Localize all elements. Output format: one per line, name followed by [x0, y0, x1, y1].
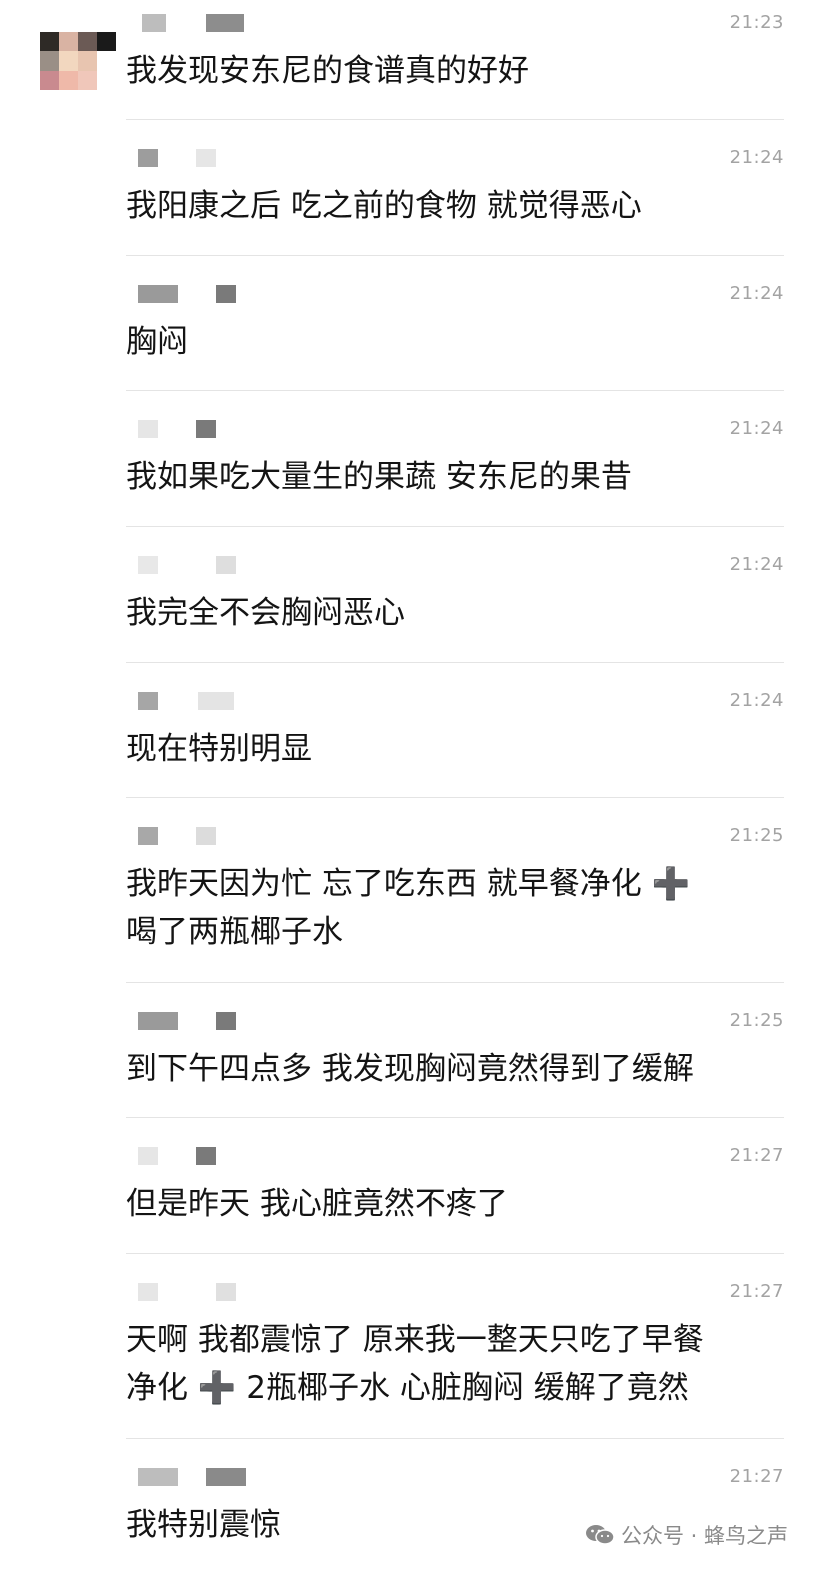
- message-time: 21:25: [729, 825, 784, 846]
- divider: [126, 255, 784, 256]
- divider: [126, 390, 784, 391]
- divider: [126, 119, 784, 120]
- message-time: 21:24: [729, 690, 784, 711]
- message-text: 我阳康之后 吃之前的食物 就觉得恶心: [126, 188, 642, 224]
- message-text: 现在特别明显: [126, 731, 312, 767]
- message-time: 21:27: [729, 1145, 784, 1166]
- sender-name-redacted: [136, 1466, 266, 1488]
- avatar[interactable]: [40, 32, 116, 90]
- message-text: 天啊 我都震惊了 原来我一整天只吃了早餐 净化 ➕ 2瓶椰子水 心脏胸闷 缓解了…: [126, 1322, 704, 1406]
- divider: [126, 982, 784, 983]
- divider: [126, 662, 784, 663]
- message-time: 21:24: [729, 554, 784, 575]
- sender-name-redacted: [136, 147, 266, 169]
- message-time: 21:24: [729, 147, 784, 168]
- message-text: 我发现安东尼的食谱真的好好: [126, 53, 529, 89]
- wechat-icon: [585, 1525, 615, 1545]
- message-text: 胸闷: [126, 324, 188, 360]
- sender-name-redacted: [136, 418, 266, 440]
- sender-name-redacted: [136, 12, 266, 34]
- sender-name-redacted: [136, 554, 266, 576]
- chat-log: 21:23 我发现安东尼的食谱真的好好 21:24 我阳康之后 吃之前的食物 就…: [0, 0, 828, 1595]
- message-time: 21:24: [729, 418, 784, 439]
- message-text: 到下午四点多 我发现胸闷竟然得到了缓解: [126, 1051, 694, 1087]
- divider: [126, 797, 784, 798]
- message-time: 21:23: [729, 12, 784, 33]
- sender-name-redacted: [136, 1010, 266, 1032]
- divider: [126, 1438, 784, 1439]
- sender-name-redacted: [136, 690, 266, 712]
- watermark-text: 公众号 · 蜂鸟之声: [620, 1524, 788, 1548]
- message-time: 21:27: [729, 1281, 784, 1302]
- message-text: 我如果吃大量生的果蔬 安东尼的果昔: [126, 459, 632, 495]
- divider: [126, 1117, 784, 1118]
- divider: [126, 526, 784, 527]
- sender-name-redacted: [136, 825, 266, 847]
- message-text: 但是昨天 我心脏竟然不疼了: [126, 1186, 508, 1222]
- message-time: 21:27: [729, 1466, 784, 1487]
- sender-name-redacted: [136, 1281, 266, 1303]
- divider: [126, 1253, 784, 1254]
- sender-name-redacted: [136, 1145, 266, 1167]
- message-time: 21:24: [729, 283, 784, 304]
- sender-name-redacted: [136, 283, 266, 305]
- message-text: 我昨天因为忙 忘了吃东西 就早餐净化 ➕ 喝了两瓶椰子水: [126, 866, 691, 950]
- message-text: 我完全不会胸闷恶心: [126, 595, 405, 631]
- watermark: 公众号 · 蜂鸟之声: [585, 1520, 788, 1550]
- message-time: 21:25: [729, 1010, 784, 1031]
